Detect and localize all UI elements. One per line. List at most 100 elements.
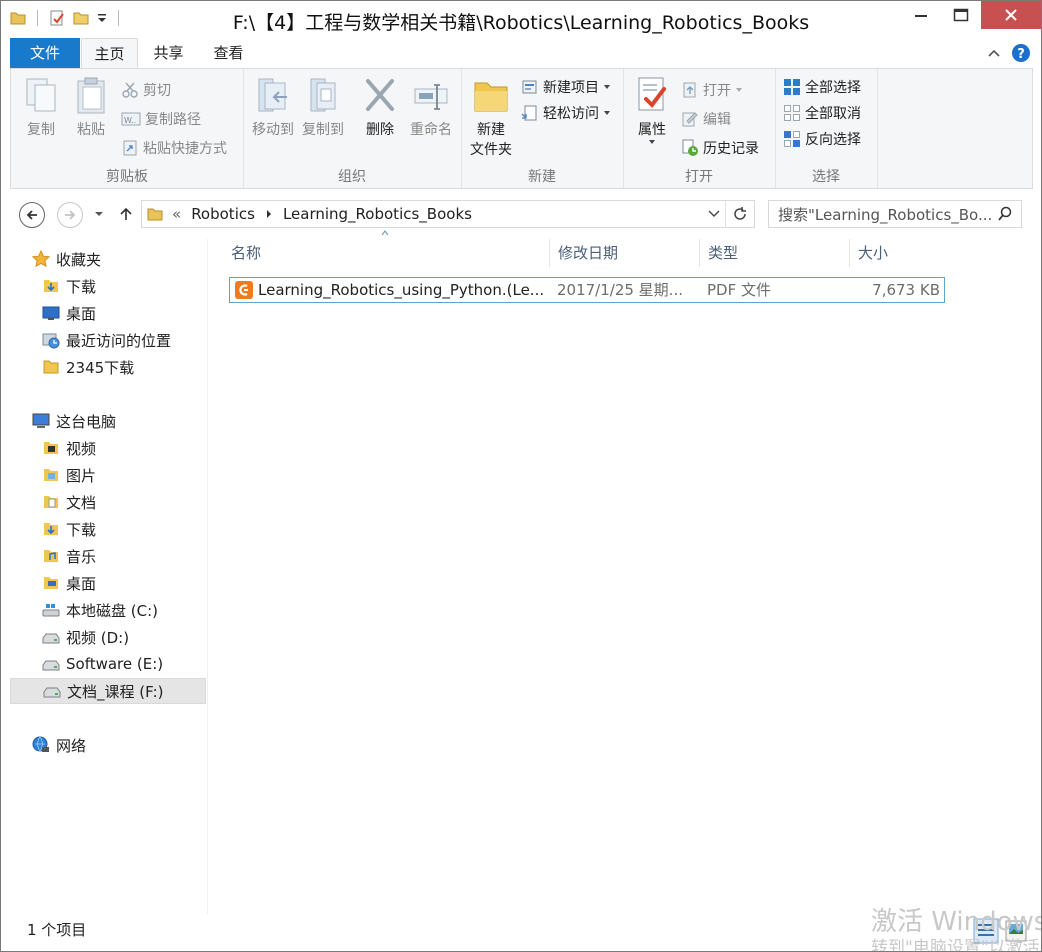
open-button[interactable]: 打开 [681, 80, 743, 100]
pane-divider[interactable] [207, 239, 208, 914]
back-button[interactable] [19, 202, 45, 228]
arrow-up-icon [120, 207, 132, 220]
address-bar[interactable]: « Robotics Learning_Robotics_Books [141, 200, 755, 228]
file-date: 2017/1/25 星期... [557, 281, 683, 299]
tab-view[interactable]: 查看 [201, 38, 256, 68]
column-header-size[interactable]: 大小 [850, 239, 943, 267]
file-type: PDF 文件 [707, 281, 771, 299]
invert-selection-icon [783, 130, 801, 148]
pdf-file-icon [234, 280, 254, 300]
select-all-label: 全部选择 [805, 80, 861, 96]
tab-home[interactable]: 主页 [81, 38, 138, 68]
dropdown-arrow-icon [631, 139, 673, 145]
new-folder-label-1: 新建 [477, 122, 505, 138]
copy-path-button[interactable]: W.. 复制路径 [121, 109, 201, 129]
computer-icon [32, 412, 50, 430]
edit-button[interactable]: 编辑 [681, 109, 731, 129]
column-header-type[interactable]: 类型 [700, 239, 850, 267]
arrow-left-icon [26, 210, 37, 220]
easy-access-label: 轻松访问 [543, 106, 599, 122]
new-folder-button[interactable]: 新建 文件夹 [465, 75, 517, 159]
paste-label: 粘贴 [77, 122, 105, 138]
breadcrumb-overflow[interactable]: « [172, 205, 181, 223]
select-all-icon [783, 78, 801, 96]
desktop-icon [42, 304, 60, 322]
organize-group: 移动到 复制到 删除 重命名 组织 [243, 69, 462, 188]
item-count: 1 个项目 [27, 921, 87, 939]
folder-icon [146, 205, 164, 223]
nav-item-label: 最近访问的位置 [66, 331, 172, 350]
easy-access-icon [521, 104, 539, 122]
refresh-button[interactable] [725, 201, 754, 227]
nav-network[interactable]: 网络 [32, 732, 227, 758]
folder-icon [42, 358, 60, 376]
nav-drive-f[interactable]: 文档_课程 (F:) [10, 678, 206, 704]
column-header-name[interactable]: 名称 [223, 230, 550, 267]
minimize-button[interactable] [901, 1, 941, 29]
cut-button[interactable]: 剪切 [121, 80, 171, 100]
help-icon[interactable]: ? [1011, 43, 1031, 63]
history-icon [681, 139, 699, 157]
clipboard-group-label: 剪贴板 [106, 169, 148, 185]
navigation-row: « Robotics Learning_Robotics_Books 搜索"Le… [1, 196, 1041, 232]
dropdown-arrow-icon [603, 109, 611, 117]
search-icon[interactable] [997, 206, 1013, 222]
forward-button[interactable] [57, 202, 83, 228]
breadcrumb-current[interactable]: Learning_Robotics_Books [283, 205, 472, 223]
nav-item-label: 视频 (D:) [66, 628, 130, 647]
navigation-pane: 收藏夹 下载 桌面 最近访问的位置 2345下载 这台电脑 视频 图片 文档 下… [10, 239, 207, 914]
recent-locations-icon[interactable] [94, 209, 104, 219]
move-to-icon [253, 75, 293, 115]
ribbon-tabs: 文件 主页 共享 查看 [1, 38, 1041, 68]
select-all-button[interactable]: 全部选择 [783, 77, 861, 97]
close-button[interactable] [981, 1, 1041, 29]
easy-access-button[interactable]: 轻松访问 [521, 103, 611, 123]
copy-to-button[interactable]: 复制到 [299, 75, 347, 139]
nav-item-label: 视频 [66, 439, 97, 458]
history-button[interactable]: 历史记录 [681, 138, 759, 158]
explorer-window: F:\【4】工程与数学相关书籍\Robotics\Learning_Roboti… [0, 0, 1042, 952]
copy-to-label: 复制到 [302, 122, 344, 138]
select-none-button[interactable]: 全部取消 [783, 103, 861, 123]
tab-share[interactable]: 共享 [141, 38, 196, 68]
maximize-button[interactable] [941, 1, 981, 29]
search-box[interactable]: 搜索"Learning_Robotics_Bo... [768, 200, 1022, 228]
new-item-icon [521, 78, 539, 96]
rename-button[interactable]: 重命名 [403, 75, 459, 139]
new-group-label: 新建 [528, 169, 556, 185]
music-folder-icon [42, 547, 60, 565]
new-item-button[interactable]: 新建项目 [521, 77, 611, 97]
properties-button[interactable]: 属性 [631, 75, 673, 145]
nav-item-label: 音乐 [66, 547, 97, 566]
delete-button[interactable]: 删除 [359, 75, 401, 139]
copy-button[interactable]: 复制 [19, 75, 63, 139]
nav-this-pc[interactable]: 这台电脑 [32, 408, 227, 434]
new-folder-label-2: 文件夹 [470, 142, 512, 158]
breadcrumb-chevron-icon[interactable] [265, 209, 273, 219]
drive-icon [43, 682, 61, 700]
search-input[interactable]: 搜索"Learning_Robotics_Bo... [778, 204, 992, 225]
open-group: 属性 打开 编辑 历史记录 打开 [623, 69, 776, 188]
collapse-ribbon-icon[interactable] [987, 46, 1001, 60]
scissors-icon [121, 81, 139, 99]
up-button[interactable] [118, 206, 134, 222]
copy-to-icon [303, 75, 343, 115]
star-icon [32, 250, 50, 268]
column-header-date[interactable]: 修改日期 [550, 239, 700, 267]
file-size: 7,673 KB [872, 281, 940, 299]
nav-item-label: 下载 [66, 277, 97, 296]
dropdown-arrow-icon [603, 83, 611, 91]
breadcrumb-robotics[interactable]: Robotics [191, 205, 255, 223]
file-row[interactable]: Learning_Robotics_using_Python.(Le... 20… [229, 277, 945, 303]
copy-path-icon: W.. [121, 110, 141, 128]
paste-button[interactable]: 粘贴 [69, 75, 113, 139]
address-dropdown-icon[interactable] [708, 209, 720, 219]
copy-path-label: 复制路径 [145, 112, 201, 128]
tab-file[interactable]: 文件 [10, 38, 80, 68]
nav-network-label: 网络 [56, 736, 87, 755]
column-name-label: 名称 [231, 244, 262, 262]
invert-selection-button[interactable]: 反向选择 [783, 129, 861, 149]
nav-favorites[interactable]: 收藏夹 [32, 246, 227, 272]
move-to-button[interactable]: 移动到 [249, 75, 297, 139]
paste-shortcut-button[interactable]: 粘贴快捷方式 [121, 138, 227, 158]
